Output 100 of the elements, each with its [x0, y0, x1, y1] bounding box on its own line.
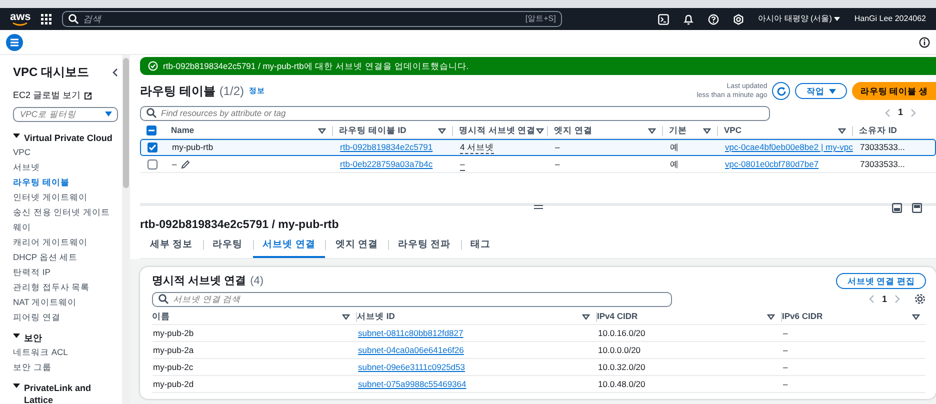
table-row[interactable]: my-pub-rtb rtb-092b819834e2c5791 4 서브넷 – 예 vpc-0cae4bf0eb00e8be2 | my-vpc 73033533...	[140, 139, 936, 156]
sort-caret-icon[interactable]	[536, 126, 544, 134]
panel-top-icon[interactable]	[912, 203, 922, 213]
actions-button[interactable]: 작업	[795, 82, 848, 100]
region-menu[interactable]: 아시아 태평양 (서울)	[758, 13, 832, 25]
search-icon	[146, 108, 157, 118]
column-header[interactable]: 기본	[669, 124, 687, 137]
scrollbar-track[interactable]	[122, 55, 130, 404]
tab[interactable]: 엣지 연결	[325, 236, 388, 258]
column-header[interactable]: IPv6 CIDR	[782, 310, 823, 324]
sidebar-title: VPC 대시보드	[13, 64, 90, 81]
table-cell: –	[555, 158, 560, 171]
edit-subnet-associations-button[interactable]: 서브넷 연결 편집	[836, 272, 926, 290]
sidebar-item[interactable]: 송신 전용 인터넷 게이트웨이	[13, 204, 118, 234]
checkbox[interactable]	[147, 159, 158, 170]
external-link-icon	[84, 92, 92, 100]
checkbox[interactable]	[146, 125, 157, 136]
association-count: (4)	[250, 274, 264, 287]
scrollbar-thumb[interactable]	[123, 58, 129, 188]
bell-icon[interactable]	[683, 14, 694, 24]
resource-link[interactable]: vpc-0cae4bf0eb00e8be2 | my-vpc	[725, 141, 853, 154]
sort-caret-icon[interactable]	[767, 312, 775, 321]
sidebar-item[interactable]: 탄력적 IP	[13, 264, 118, 280]
sort-caret-icon[interactable]	[838, 126, 846, 134]
table-cell: 예	[670, 158, 679, 171]
sort-caret-icon[interactable]	[648, 126, 656, 134]
table-cell: my-pub-2d	[153, 378, 194, 392]
app-grid-icon[interactable]	[40, 14, 52, 24]
table-cell[interactable]: –	[460, 158, 465, 172]
tab[interactable]: 태그	[460, 236, 501, 258]
column-header[interactable]: 라우팅 테이블 ID	[339, 124, 406, 137]
column-header[interactable]: 엣지 연결	[554, 124, 592, 137]
sidebar-item[interactable]: VPC	[13, 144, 118, 160]
settings-icon[interactable]	[914, 293, 926, 306]
info-icon[interactable]	[919, 36, 930, 48]
resource-link[interactable]: rtb-092b819834e2c5791	[340, 141, 433, 154]
help-icon[interactable]	[708, 14, 720, 24]
sort-caret-icon[interactable]	[438, 126, 446, 134]
table-row[interactable]: – rtb-0eb228759a03a7b4c – – 예 vpc-0801e0cbf780d7be7 73033533...	[140, 156, 936, 173]
table-cell: my-pub-rtb	[172, 141, 214, 154]
banner-message: rtb-092b819834e2c5791 / my-pub-rtb에 대한 서브넷 연결을 업데이트했습니다.	[163, 60, 469, 72]
resource-link[interactable]: vpc-0801e0cbf780d7be7	[725, 158, 819, 171]
subnet-link[interactable]: subnet-04ca0a06e641e6f26	[358, 344, 464, 358]
caret-down-icon[interactable]	[13, 132, 20, 138]
sidebar-item[interactable]: 라우팅 테이블	[13, 174, 118, 190]
sidebar-item[interactable]: 캐리어 게이트웨이	[13, 234, 118, 250]
column-header[interactable]: 명시적 서브넷 연결	[459, 124, 536, 137]
pencil-icon[interactable]	[180, 160, 190, 169]
user-menu[interactable]: HanGi Lee 2024062	[854, 13, 926, 25]
sidebar-item[interactable]: 서브넷	[13, 160, 118, 174]
vpc-filter-dropdown[interactable]: VPC로 필터링	[13, 106, 118, 122]
sidebar-item[interactable]: 피어링 연결	[13, 310, 118, 324]
sidebar-item[interactable]: 관리형 접두사 목록	[13, 280, 118, 294]
sidebar-section-title[interactable]: PrivateLink and Lattice	[24, 382, 118, 404]
column-header[interactable]: 이름	[152, 310, 170, 324]
details-title: rtb-092b819834e2c5791 / my-pub-rtb	[140, 218, 340, 233]
page-number[interactable]: 1	[882, 292, 887, 306]
panel-bottom-icon[interactable]	[892, 203, 902, 213]
terminal-icon[interactable]	[658, 14, 670, 24]
sidebar-item[interactable]: 보안 그룹	[13, 360, 118, 374]
sort-caret-icon[interactable]	[703, 126, 711, 134]
tab[interactable]: 라우팅 전파	[388, 236, 461, 258]
resource-link[interactable]: rtb-0eb228759a03a7b4c	[340, 158, 433, 171]
collapse-chevron-icon[interactable]	[112, 68, 118, 76]
sidebar-item[interactable]: 인터넷 게이트웨이	[13, 190, 118, 204]
page-number[interactable]: 1	[898, 106, 903, 120]
resize-handle[interactable]	[534, 205, 542, 209]
sidebar-item[interactable]: NAT 게이트웨이	[13, 294, 118, 310]
sidebar-item[interactable]: 네트워크 ACL	[13, 344, 118, 360]
subnet-link[interactable]: subnet-0811c80bb812fd827	[358, 327, 464, 340]
table-cell[interactable]: 4 서브넷	[460, 140, 494, 154]
selection-count: (1/2)	[219, 83, 244, 100]
subnet-search-field[interactable]: 서브넷 연결 검색	[152, 292, 672, 307]
global-view-link[interactable]: EC2 글로벌 보기	[13, 89, 81, 102]
table-cell: –	[555, 141, 560, 154]
column-header[interactable]: 소유자 ID	[859, 124, 897, 137]
sort-caret-icon[interactable]	[582, 312, 590, 321]
sort-caret-icon[interactable]	[912, 312, 920, 321]
menu-icon[interactable]	[6, 34, 23, 50]
sort-caret-icon[interactable]	[342, 312, 350, 321]
tab[interactable]: 세부 정보	[140, 236, 203, 258]
caret-down-icon[interactable]	[13, 382, 20, 388]
column-header[interactable]: 서브넷 ID	[357, 310, 395, 324]
create-route-table-button[interactable]: 라우팅 테이블 생	[852, 82, 936, 100]
sidebar-section-title[interactable]: 보안	[24, 332, 42, 344]
table-cell: 10.0.32.0/20	[598, 361, 646, 374]
column-header[interactable]: IPv4 CIDR	[597, 310, 638, 324]
column-header[interactable]: VPC	[724, 124, 742, 137]
caret-icon	[834, 17, 840, 21]
subnet-link[interactable]: subnet-075a9988c55469364	[358, 378, 466, 392]
sidebar-item[interactable]: DHCP 옵션 세트	[13, 250, 118, 264]
column-header[interactable]: Name	[171, 124, 194, 137]
sidebar-section-title[interactable]: Virtual Private Cloud	[24, 132, 112, 144]
checkbox[interactable]	[147, 142, 158, 154]
resource-search-field[interactable]: Find resources by attribute or tag	[140, 106, 770, 120]
subnet-link[interactable]: subnet-09e6e3111c0925d53	[358, 361, 465, 374]
sort-caret-icon[interactable]	[318, 126, 326, 134]
refresh-button[interactable]	[772, 82, 790, 100]
caret-down-icon[interactable]	[13, 332, 20, 338]
tab[interactable]: 라우팅	[202, 236, 253, 258]
